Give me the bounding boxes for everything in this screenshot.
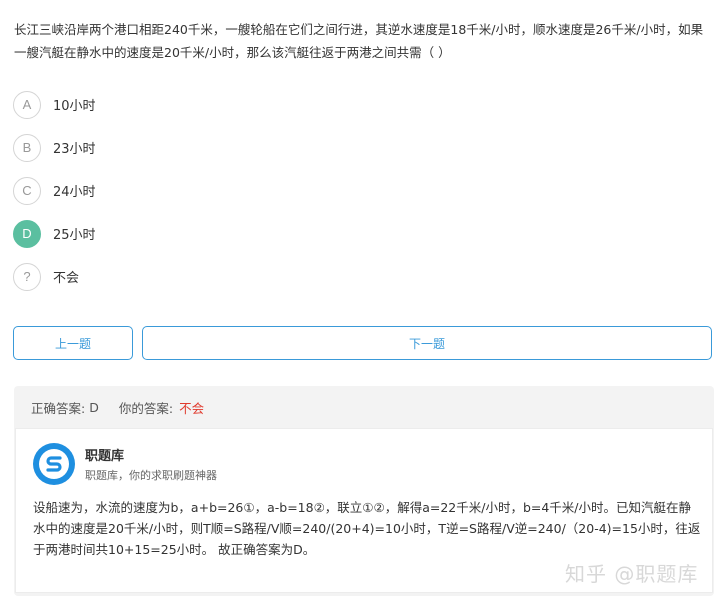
correct-answer-label: 正确答案: [31,400,86,416]
option-d[interactable]: D 25小时 [13,212,96,255]
option-unknown-text: 不会 [53,271,80,286]
option-b-text: 23小时 [53,142,96,157]
s-logo-icon[interactable] [33,443,75,485]
option-b[interactable]: B 23小时 [13,126,96,169]
watermark: 知乎 @职题库 [565,562,699,586]
answer-summary: 正确答案: D 你的答案: 不会 [14,386,714,428]
prev-question-button[interactable]: 上一题 [13,326,133,360]
source-subtitle: 职题库，你的求职刷题神器 [85,469,217,482]
option-a[interactable]: A 10小时 [13,83,96,126]
option-d-key: D [13,219,41,248]
option-d-text: 25小时 [53,228,96,243]
question-text: 长江三峡沿岸两个港口相距240千米，一艘轮船在它们之间行进，其逆水速度是18千米… [14,22,704,60]
option-b-key: B [13,133,41,162]
option-c[interactable]: C 24小时 [13,169,96,212]
options-list: A 10小时 B 23小时 C 24小时 D 25小时 ? 不会 [13,83,96,298]
your-answer-label: 你的答案: [118,400,174,416]
source-name[interactable]: 职题库 [85,445,124,464]
explanation-text: 设船速为，水流的速度为b，a+b=26①，a-b=18②，联立①②，解得a=22… [33,500,701,557]
option-c-text: 24小时 [53,185,96,200]
next-question-button[interactable]: 下一题 [142,326,712,360]
correct-answer-value: D [89,399,99,415]
your-answer-value: 不会 [179,400,205,416]
option-a-key: A [13,90,41,119]
option-a-text: 10小时 [53,99,96,114]
option-c-key: C [13,176,41,205]
option-unknown[interactable]: ? 不会 [13,255,96,298]
question-mark-icon: ? [13,262,41,291]
